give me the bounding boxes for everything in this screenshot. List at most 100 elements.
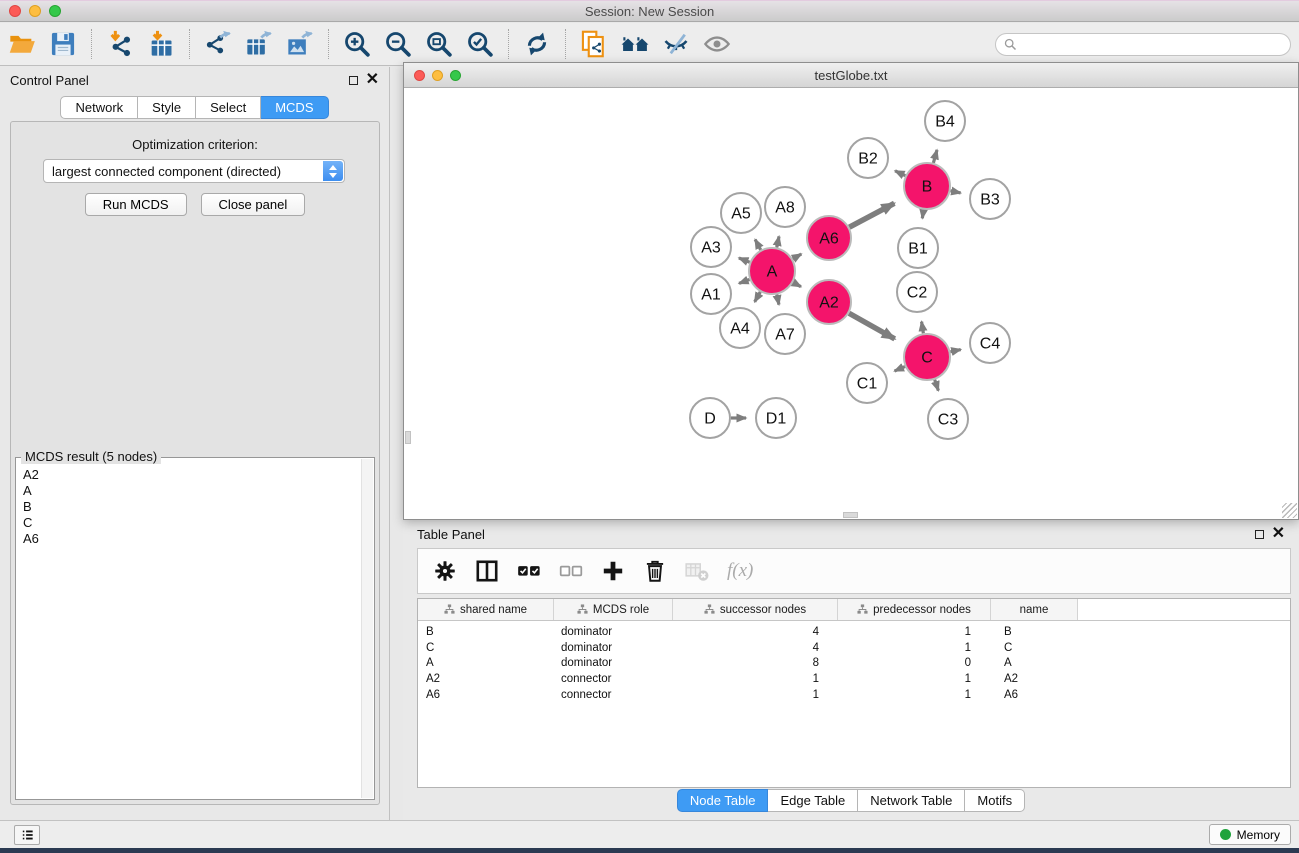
zoom-window-button[interactable] xyxy=(49,5,61,17)
task-history-button[interactable] xyxy=(14,825,40,845)
table-cell[interactable]: connector xyxy=(554,689,673,701)
graph-edge-A2-C[interactable] xyxy=(849,313,895,339)
refresh-button[interactable] xyxy=(522,28,552,60)
graph-edge-B-B2[interactable] xyxy=(895,171,905,176)
table-cell[interactable]: 1 xyxy=(673,689,838,701)
table-cell[interactable]: A xyxy=(991,657,1078,669)
mcds-result-item[interactable]: B xyxy=(23,499,361,515)
column-header-shared-name[interactable]: shared name xyxy=(418,599,554,620)
show-eye-button[interactable] xyxy=(702,28,732,60)
search-field[interactable] xyxy=(995,33,1291,56)
tab-network[interactable]: Network xyxy=(60,96,138,119)
mcds-list-scrollbar[interactable] xyxy=(361,459,373,798)
export-table-button[interactable] xyxy=(244,28,274,60)
graph-edge-A6-B[interactable] xyxy=(849,203,894,227)
memory-button[interactable]: Memory xyxy=(1209,824,1291,845)
resize-grip[interactable] xyxy=(1282,503,1297,518)
table-cell[interactable]: C xyxy=(418,642,554,654)
clipboard-network-button[interactable] xyxy=(579,28,609,60)
tab-node-table[interactable]: Node Table xyxy=(677,789,769,812)
graph-edge-A-A2[interactable] xyxy=(793,282,801,286)
import-network-button[interactable] xyxy=(105,28,135,60)
table-row[interactable]: Cdominator41C xyxy=(418,640,1290,656)
criterion-select[interactable]: largest connected component (directed) xyxy=(43,159,345,183)
close-panel-button[interactable]: Close panel xyxy=(201,193,306,216)
close-table-panel-icon[interactable]: ✕ xyxy=(1272,528,1285,540)
vertical-scroll-thumb[interactable] xyxy=(405,431,411,444)
table-cell[interactable]: B xyxy=(991,626,1078,638)
table-cell[interactable]: A2 xyxy=(418,673,554,685)
graph-edge-C-C4[interactable] xyxy=(950,350,960,352)
network-canvas[interactable]: AA1A2A3A4A5A6A7A8BB1B2B3B4CC1C2C3C4DD1 xyxy=(404,88,1298,519)
tab-motifs[interactable]: Motifs xyxy=(965,789,1025,812)
export-image-button[interactable] xyxy=(285,28,315,60)
table-cell[interactable]: 8 xyxy=(673,657,838,669)
graph-edge-A-A5[interactable] xyxy=(755,239,761,249)
table-row[interactable]: Adominator80A xyxy=(418,656,1290,672)
graph-edge-B-B3[interactable] xyxy=(951,191,961,193)
tab-edge-table[interactable]: Edge Table xyxy=(768,789,858,812)
column-header-successor-nodes[interactable]: successor nodes xyxy=(673,599,838,620)
graph-edge-B-B1[interactable] xyxy=(922,210,923,219)
graph-edge-C-C3[interactable] xyxy=(935,380,939,391)
search-input[interactable] xyxy=(1022,38,1282,52)
table-cell[interactable]: 4 xyxy=(673,626,838,638)
import-table-button[interactable] xyxy=(146,28,176,60)
horizontal-scroll-thumb[interactable] xyxy=(843,512,858,518)
zoom-in-button[interactable] xyxy=(342,28,372,60)
mcds-result-item[interactable]: A2 xyxy=(23,467,361,483)
function-builder-button[interactable]: f(x) xyxy=(727,560,753,582)
table-cell[interactable]: 1 xyxy=(838,626,991,638)
deselect-all-button[interactable] xyxy=(557,557,585,585)
select-all-button[interactable] xyxy=(515,557,543,585)
table-cell[interactable]: 1 xyxy=(838,673,991,685)
tab-style[interactable]: Style xyxy=(138,96,196,119)
zoom-fit-button[interactable] xyxy=(424,28,454,60)
gear-button[interactable] xyxy=(431,557,459,585)
mcds-result-item[interactable]: A xyxy=(23,483,361,499)
table-cell[interactable]: 1 xyxy=(838,642,991,654)
home-button[interactable] xyxy=(620,28,650,60)
graph-edge-A-A3[interactable] xyxy=(739,258,750,262)
hide-eye-button[interactable] xyxy=(661,28,691,60)
mcds-result-item[interactable]: C xyxy=(23,515,361,531)
run-mcds-button[interactable]: Run MCDS xyxy=(85,193,187,216)
table-cell[interactable]: B xyxy=(418,626,554,638)
graph-edge-A-A1[interactable] xyxy=(739,279,749,283)
network-window-titlebar[interactable]: testGlobe.txt xyxy=(404,63,1298,88)
tab-network-table[interactable]: Network Table xyxy=(858,789,965,812)
column-header-mcds-role[interactable]: MCDS role xyxy=(554,599,673,620)
table-cell[interactable]: 1 xyxy=(673,673,838,685)
zoom-out-button[interactable] xyxy=(383,28,413,60)
graph-edge-A-A4[interactable] xyxy=(755,292,761,302)
minimize-window-button[interactable] xyxy=(29,5,41,17)
float-table-panel-icon[interactable] xyxy=(1255,530,1264,539)
table-row[interactable]: A2connector11A2 xyxy=(418,671,1290,687)
mcds-result-item[interactable]: A6 xyxy=(23,531,361,547)
graph-edge-A-A7[interactable] xyxy=(777,295,779,305)
table-cell[interactable]: connector xyxy=(554,673,673,685)
plus-button[interactable] xyxy=(599,557,627,585)
float-panel-icon[interactable] xyxy=(349,76,358,85)
column-split-button[interactable] xyxy=(473,557,501,585)
table-cell[interactable]: dominator xyxy=(554,626,673,638)
table-cell[interactable]: 0 xyxy=(838,657,991,669)
tab-select[interactable]: Select xyxy=(196,96,261,119)
column-header-predecessor-nodes[interactable]: predecessor nodes xyxy=(838,599,991,620)
close-panel-icon[interactable]: ✕ xyxy=(366,74,379,86)
table-cell[interactable]: A6 xyxy=(418,689,554,701)
open-folder-button[interactable] xyxy=(7,28,37,60)
table-cell[interactable]: dominator xyxy=(554,657,673,669)
table-row[interactable]: A6connector11A6 xyxy=(418,687,1290,703)
table-cell[interactable]: A6 xyxy=(991,689,1078,701)
close-window-button[interactable] xyxy=(9,5,21,17)
zoom-selected-button[interactable] xyxy=(465,28,495,60)
table-cell[interactable]: 1 xyxy=(838,689,991,701)
graph-edge-A-A8[interactable] xyxy=(777,236,779,247)
table-cell[interactable]: A xyxy=(418,657,554,669)
trash-button[interactable] xyxy=(641,557,669,585)
graph-edge-C-C1[interactable] xyxy=(895,367,905,372)
export-network-button[interactable] xyxy=(203,28,233,60)
graph-edge-A-A6[interactable] xyxy=(793,254,802,259)
column-header-name[interactable]: name xyxy=(991,599,1078,620)
